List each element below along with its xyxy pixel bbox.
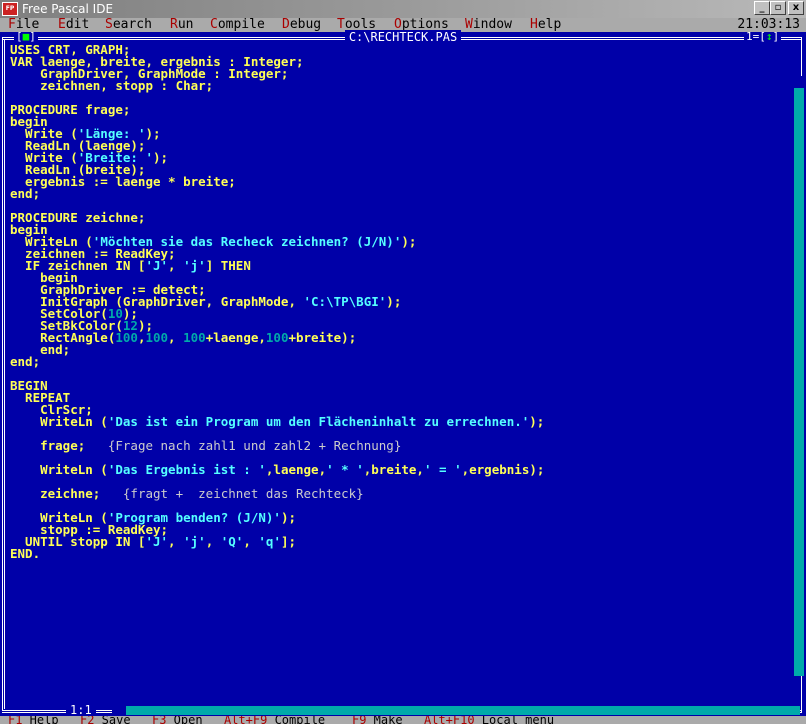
menu-hotkey: C	[210, 17, 218, 32]
status-key: F3	[152, 716, 167, 724]
code-line[interactable]: end;	[10, 343, 792, 356]
zoom-icon[interactable]: ↕	[766, 30, 773, 43]
status-key: Alt+F10	[424, 716, 475, 724]
status-key: Alt+F9	[224, 716, 268, 724]
frame-left-inner	[4, 39, 5, 709]
menu-label: ompile	[217, 17, 265, 32]
menu-label: dit	[65, 17, 90, 32]
status-alt-f10[interactable]: Alt+F10 Local menu	[424, 716, 554, 724]
code-line[interactable]: ergebnis := laenge * breite;	[10, 175, 792, 188]
frame-top	[2, 37, 802, 38]
vertical-scrollbar[interactable]	[794, 76, 804, 676]
app-icon[interactable]: FP	[2, 2, 18, 16]
window-title: Free Pascal IDE	[22, 2, 114, 16]
code-area[interactable]: USES CRT, GRAPH; VAR laenge, breite, erge…	[10, 43, 792, 560]
menu-bar: File Edit Search Run Compile Debug Tools Option…	[0, 18, 806, 32]
status-label: Compile	[267, 716, 326, 724]
menu-label: elp	[537, 17, 562, 32]
code-line[interactable]: WriteLn ('Das Ergebnis ist : ',laenge,' …	[10, 463, 792, 476]
code-line[interactable]: end;	[10, 355, 792, 368]
menu-hotkey: D	[282, 17, 290, 32]
menu-hotkey: O	[394, 17, 402, 32]
editor-close-box[interactable]: [■]	[14, 31, 38, 42]
vertical-scroll-thumb[interactable]	[794, 76, 804, 88]
menu-run[interactable]: Run	[170, 18, 193, 32]
window-number: 1	[746, 30, 753, 43]
menu-label: un	[177, 17, 194, 32]
menu-label: indow	[472, 17, 512, 32]
minimize-button[interactable]: _	[754, 1, 770, 15]
menu-label: earch	[112, 17, 152, 32]
maximize-button[interactable]: ▫	[770, 1, 786, 15]
code-line[interactable]: WriteLn ('Das ist ein Program um den Flä…	[10, 415, 792, 428]
menu-label: ools	[344, 17, 377, 32]
menu-label: ebug	[289, 17, 322, 32]
menu-hotkey: S	[105, 17, 113, 32]
status-label: Make	[366, 716, 403, 724]
menu-window[interactable]: Window	[465, 18, 512, 32]
status-alt-f9[interactable]: Alt+F9 Compile	[224, 716, 325, 724]
menu-help[interactable]: Help	[530, 18, 561, 32]
status-f1[interactable]: F1 Help	[8, 716, 59, 724]
code-line[interactable]: PROCEDURE zeichne;	[10, 211, 792, 224]
code-line[interactable]: RectAngle(100,100, 100+laenge,100+breite…	[10, 331, 792, 344]
status-f2[interactable]: F2 Save	[80, 716, 131, 724]
menu-hotkey: R	[170, 17, 178, 32]
menu-edit[interactable]: Edit	[58, 18, 89, 32]
menu-debug[interactable]: Debug	[282, 18, 321, 32]
code-line[interactable]	[10, 368, 792, 380]
menu-hotkey: E	[58, 17, 66, 32]
menu-compile[interactable]: Compile	[210, 18, 265, 32]
status-f9[interactable]: F9 Make	[352, 716, 403, 724]
code-line[interactable]: UNTIL stopp IN ['J', 'j', 'Q', 'q'];	[10, 535, 792, 548]
code-line[interactable]: frage; {Frage nach zahl1 und zahl2 + Rec…	[10, 439, 792, 452]
frame-top-inner	[2, 39, 802, 40]
window-title-bar: FP Free Pascal IDE _ ▫ x	[0, 0, 806, 18]
code-line[interactable]: IF zeichnen IN ['J', 'j'] THEN	[10, 259, 792, 272]
menu-label: ptions	[401, 17, 449, 32]
window-number-box[interactable]: 1=[↕]	[744, 30, 782, 43]
menu-tools[interactable]: Tools	[337, 18, 376, 32]
code-line[interactable]: REPEAT	[10, 391, 792, 404]
status-key: F2	[80, 716, 95, 724]
menu-options[interactable]: Options	[394, 18, 449, 32]
status-label: Open	[166, 716, 203, 724]
code-line[interactable]: end;	[10, 187, 792, 200]
menu-search[interactable]: Search	[105, 18, 152, 32]
editor-window[interactable]: C:\RECHTECK.PAS [■] 1=[↕] USES CRT, GRAP…	[0, 30, 806, 716]
code-line[interactable]: BEGIN	[10, 379, 792, 392]
menu-hotkey: W	[465, 17, 473, 32]
status-label: Help	[22, 716, 59, 724]
status-bar: F1 Help F2 Save F3 Open Alt+F9 Compile F9 Ma…	[0, 716, 806, 724]
menu-hotkey: F	[8, 17, 16, 32]
status-label: Local menu	[474, 716, 555, 724]
code-line[interactable]: zeichne; {fragt + zeichnet das Rechteck}	[10, 487, 792, 500]
horizontal-scroll-thumb[interactable]	[112, 706, 126, 715]
frame-left	[2, 37, 3, 711]
close-button[interactable]: x	[788, 1, 804, 15]
status-key: F1	[8, 716, 23, 724]
horizontal-scrollbar[interactable]	[112, 706, 800, 715]
cursor-position: 1:1	[66, 704, 96, 716]
status-label: Save	[94, 716, 131, 724]
code-line[interactable]: END.	[10, 547, 792, 560]
menu-hotkey: H	[530, 17, 538, 32]
menu-hotkey: T	[337, 17, 345, 32]
code-line[interactable]: zeichnen, stopp : Char;	[10, 79, 792, 92]
status-f3[interactable]: F3 Open	[152, 716, 203, 724]
code-line[interactable]: PROCEDURE frage;	[10, 103, 792, 116]
status-key: F9	[352, 716, 367, 724]
